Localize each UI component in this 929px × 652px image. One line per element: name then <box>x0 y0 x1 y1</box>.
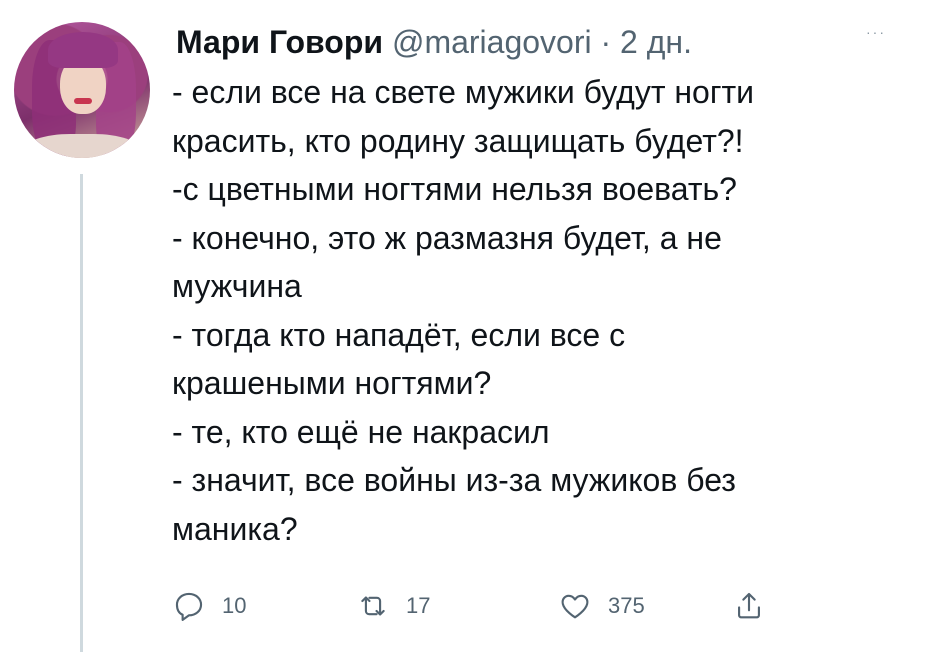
tweet-time[interactable]: 2 дн. <box>620 24 692 60</box>
avatar-shirt <box>24 134 140 158</box>
reply-button[interactable]: 10 <box>172 586 246 626</box>
tweet-text-line: - если все на свете мужики будут ногти <box>172 74 755 110</box>
tweet-text: - если все на свете мужики будут ногти к… <box>172 68 912 553</box>
avatar-lips <box>74 98 92 104</box>
tweet-text-line: -с цветными ногтями нельзя воевать? <box>172 171 737 207</box>
tweet-text-line: красить, кто родину защищать будет?! <box>172 122 744 159</box>
tweet-actions: 10 17 375 <box>172 586 812 626</box>
tweet-text-line: - те, кто ещё не накрасил <box>172 413 550 450</box>
avatar[interactable] <box>14 22 150 158</box>
tweet-text-line: крашеными ногтями? <box>172 365 492 401</box>
tweet-text-line: - тогда кто нападёт, если все с <box>172 316 626 353</box>
author-name[interactable]: Мари Говори <box>176 24 383 60</box>
more-dots-icon[interactable]: ··· <box>866 24 886 40</box>
heart-icon <box>561 594 589 619</box>
tweet-text-line: - значит, все войны из-за мужиков без <box>172 462 736 498</box>
reply-count: 10 <box>222 593 247 618</box>
thread-line <box>80 174 83 652</box>
tweet-text-line: мужчина <box>172 268 302 304</box>
tweet-header: Мари Говори @mariagovori · 2 дн. <box>176 22 692 62</box>
reply-icon <box>175 592 203 621</box>
share-icon <box>738 592 760 619</box>
share-button[interactable] <box>732 586 766 626</box>
retweet-count: 17 <box>406 593 431 618</box>
avatar-hair-top <box>48 32 118 68</box>
header-separator: · <box>600 24 612 60</box>
like-button[interactable]: 375 <box>558 586 645 626</box>
tweet-text-line: маника? <box>172 510 298 547</box>
like-count: 375 <box>608 593 645 618</box>
author-handle[interactable]: @mariagovori <box>392 24 592 60</box>
tweet-text-line: - конечно, это ж размазня будет, а не <box>172 219 722 256</box>
retweet-icon <box>361 596 385 616</box>
retweet-button[interactable]: 17 <box>356 586 430 626</box>
